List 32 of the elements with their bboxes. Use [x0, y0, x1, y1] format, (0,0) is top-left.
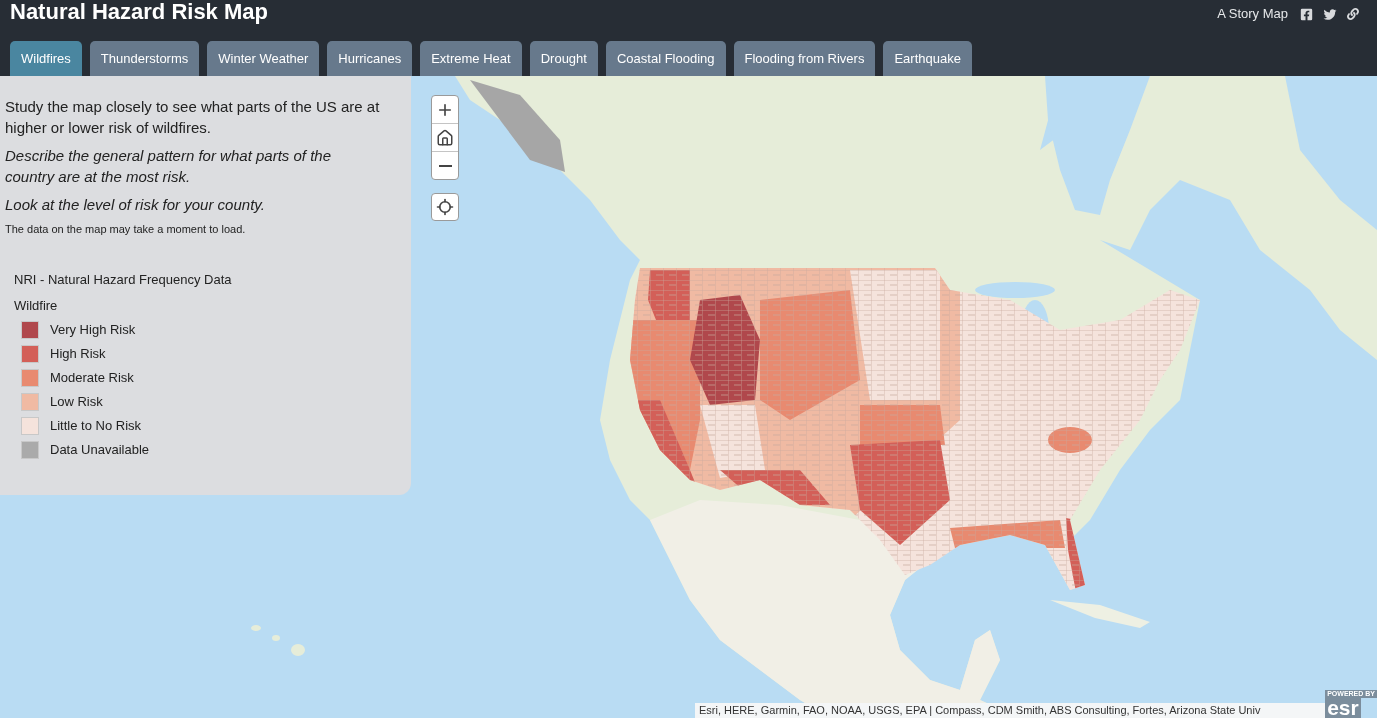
intro-text: Study the map closely to see what parts of the US are at higher or lower risk of wildfires. — [5, 97, 381, 138]
legend-label: Little to No Risk — [50, 418, 142, 434]
tab[interactable]: Extreme Heat — [420, 41, 522, 76]
instruction-text: Look at the level of risk for your county. — [5, 195, 266, 215]
bird-icon[interactable] — [1323, 7, 1337, 21]
locate-button[interactable] — [431, 193, 459, 221]
tab[interactable]: Wildfires — [10, 41, 82, 76]
link-icon[interactable] — [1347, 8, 1359, 20]
legend-label: Very High Risk — [50, 322, 136, 338]
story-map-label: A Story Map — [1217, 6, 1288, 22]
page-title: Natural Hazard Risk Map — [9, 0, 268, 25]
tab[interactable]: Winter Weather — [207, 41, 320, 76]
legend-label: Data Unavailable — [50, 442, 149, 458]
legend-title: NRI - Natural Hazard Frequency Data — [14, 272, 232, 288]
instruction-text: Describe the general pattern for what parts of the country are at the most risk. — [5, 146, 332, 187]
legend-label: High Risk — [50, 346, 106, 362]
tab[interactable]: Hurricanes — [327, 41, 413, 76]
note-text: The data on the map may take a moment to load. — [5, 222, 247, 236]
home-icon — [436, 128, 454, 147]
legend-label: Moderate Risk — [50, 370, 134, 386]
legend-layer-label: Wildfire — [14, 298, 58, 314]
tab[interactable]: Coastal Flooding — [605, 41, 726, 76]
tab[interactable]: Flooding from Rivers — [733, 41, 876, 76]
facebook-icon[interactable] — [1300, 7, 1313, 21]
crosshair-icon — [436, 198, 454, 216]
tab[interactable]: Drought — [529, 41, 598, 76]
tab[interactable]: Earthquake — [883, 41, 972, 76]
logo-text: esr — [1325, 698, 1361, 718]
tab[interactable]: Thunderstorms — [89, 41, 200, 76]
attribution-text: Esri, HERE, Garmin, FAO, NOAA, USGS, EPA | Compass, CDM Smith, ABS Consulting, Fortes, Arizona State Univ — [695, 703, 1325, 718]
minus-icon — [438, 164, 452, 167]
legend-label: Low Risk — [50, 394, 103, 410]
